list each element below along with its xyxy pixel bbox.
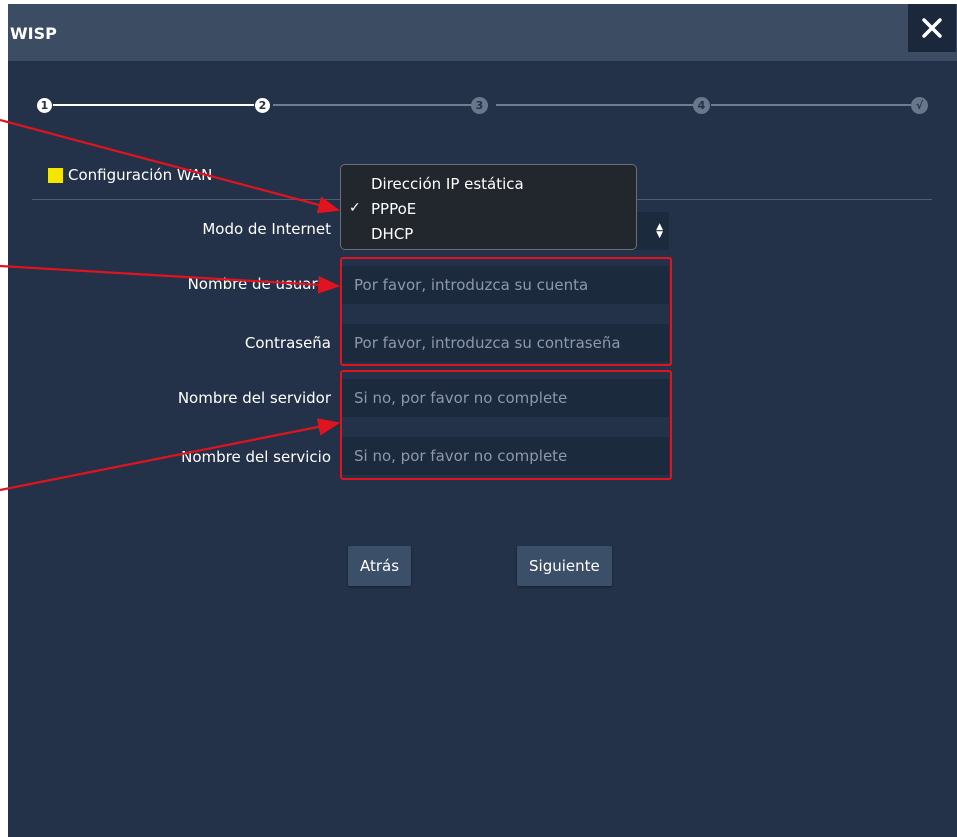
title-bar: WISP [8,4,957,61]
select-arrows-icon: ▲ ▼ [656,222,663,240]
step-2: 2 [254,97,271,114]
step-finish: √ [911,97,928,114]
internet-mode-label: Modo de Internet [202,220,331,238]
close-button[interactable] [908,4,956,52]
step-connector-4 [711,104,911,106]
checkmark-icon: ✓ [349,200,361,216]
service-name-label: Nombre del servicio [181,448,331,466]
wisp-dialog: WISP 1 2 3 4 √ Configuración WAN Modo de… [8,4,957,837]
password-label: Contraseña [244,334,331,352]
dialog-title: WISP [10,24,57,43]
close-icon [922,18,942,38]
step-4: 4 [693,97,710,114]
section-title: Configuración WAN [68,166,213,184]
option-static-ip[interactable]: Dirección IP estática [371,175,524,193]
step-3: 3 [471,97,488,114]
annotation-box-credentials [340,257,672,366]
server-name-label: Nombre del servidor [177,389,331,407]
step-connector-3 [496,104,694,106]
next-button[interactable]: Siguiente [517,546,612,586]
step-1: 1 [36,97,53,114]
internet-mode-dropdown: Dirección IP estática ✓ PPPoE DHCP [340,164,637,250]
option-dhcp[interactable]: DHCP [371,225,413,243]
option-pppoe[interactable]: PPPoE [371,200,416,218]
username-label: Nombre de usuario [187,275,331,293]
step-connector-1 [53,104,255,106]
section-header: Configuración WAN [48,166,212,184]
back-button[interactable]: Atrás [348,546,412,586]
step-connector-2 [273,104,479,106]
annotation-box-server [340,370,672,480]
section-marker-icon [48,167,63,183]
